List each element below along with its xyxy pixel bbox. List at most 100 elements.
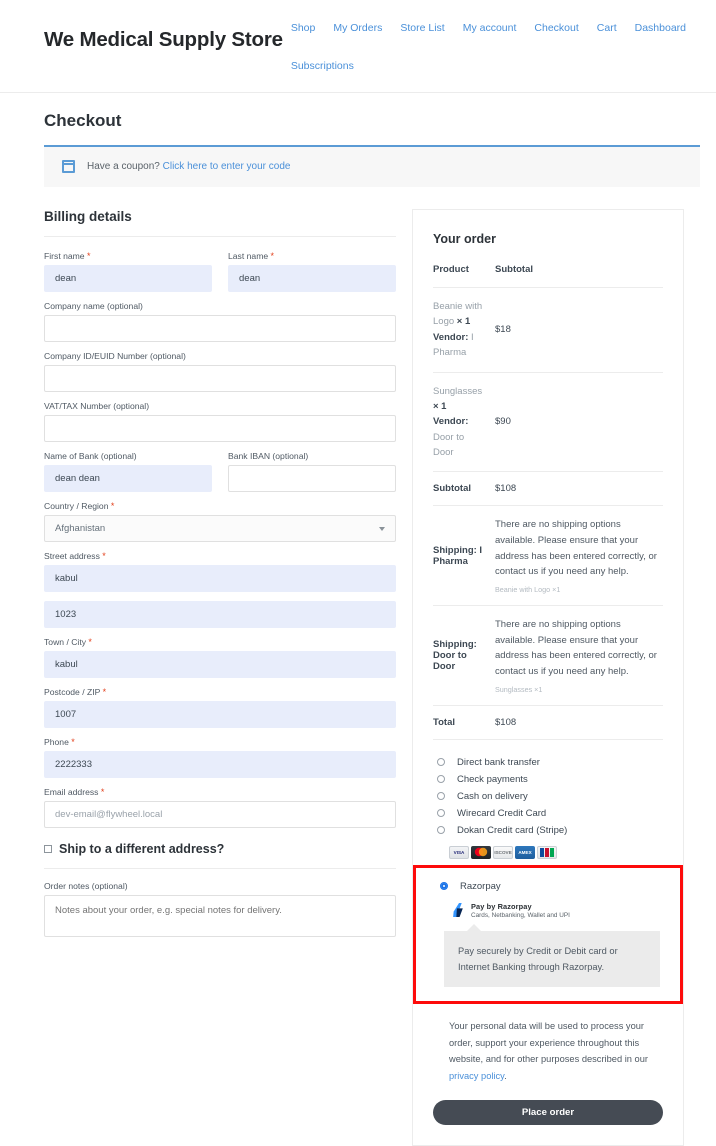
privacy-policy-link[interactable]: privacy policy [449,1071,504,1081]
textarea-order-notes[interactable] [44,895,396,937]
order-table-header-row: Product Subtotal [433,264,663,288]
required-marker: * [102,551,106,561]
razorpay-logo-icon [453,903,463,918]
field-country: Country / Region * Afghanistan [44,501,396,542]
order-item-amount-0: $18 [495,287,663,373]
field-company-id: Company ID/EUID Number (optional) [44,351,396,392]
place-order-button[interactable]: Place order [433,1100,663,1126]
input-bank-iban[interactable] [228,465,396,492]
nav-link-dashboard[interactable]: Dashboard [635,16,686,40]
required-marker: * [86,251,91,261]
field-phone: Phone * [44,737,396,778]
shipping-label-1: Shipping: Door to Door [433,605,495,706]
nav-link-subscriptions[interactable]: Subscriptions [291,54,354,78]
label-postcode-text: Postcode / ZIP [44,687,101,697]
jcb-bars-icon [540,847,554,857]
nav-link-checkout[interactable]: Checkout [534,16,578,40]
amex-icon: AMEX [515,845,535,859]
radio-wirecard[interactable] [437,809,445,818]
input-company-id[interactable] [44,365,396,392]
column-header-product: Product [433,264,495,288]
privacy-notice-text: Your personal data will be used to proce… [449,1021,648,1065]
shipping-cell-0: There are no shipping options available.… [495,505,663,607]
input-bank-name[interactable] [44,465,212,492]
order-item-amount-1: $90 [495,372,663,473]
payment-label-2: Cash on delivery [457,790,528,802]
radio-check-payments[interactable] [437,775,445,784]
nav-link-cart[interactable]: Cart [597,16,617,40]
table-row: Beanie with Logo × 1 Vendor: I Pharma $1… [433,287,663,373]
field-vat-tax: VAT/TAX Number (optional) [44,401,396,442]
visa-icon: VISA [449,845,469,859]
ship-to-different-address-toggle[interactable]: Ship to a different address? [44,842,396,856]
order-item-qty-0: × 1 [456,316,471,328]
nav-link-shop[interactable]: Shop [291,16,316,40]
coupon-bar: Have a coupon? Click here to enter your … [44,145,700,187]
order-item-vendor-label-1: Vendor: [433,416,469,428]
payment-method-cash-on-delivery[interactable]: Cash on delivery [433,788,663,805]
input-vat-tax[interactable] [44,415,396,442]
order-table-head: Product Subtotal [433,264,663,288]
order-item-name-1: Sunglasses [433,385,483,397]
label-city: Town / City * [44,637,396,647]
site-title: We Medical Supply Store [44,28,283,51]
input-street-address-1[interactable] [44,565,396,592]
label-street-address: Street address * [44,551,396,561]
order-item-vendor-1: Door to Door [433,431,465,458]
label-bank-iban: Bank IBAN (optional) [228,451,309,461]
label-last-name-text: Last name [228,251,269,261]
mastercard-icon [471,845,491,859]
checkbox-ship-different[interactable] [44,845,52,853]
payment-label-razorpay: Razorpay [460,880,501,892]
input-postcode[interactable] [44,701,396,728]
payment-method-direct-bank-transfer[interactable]: Direct bank transfer [433,754,663,771]
column-header-subtotal: Subtotal [495,264,663,288]
label-phone: Phone * [44,737,396,747]
coupon-link[interactable]: Click here to enter your code [163,161,291,172]
payment-method-dokan-stripe[interactable]: Dokan Credit card (Stripe) [433,822,663,839]
nav-link-my-account[interactable]: My account [463,16,517,40]
input-city[interactable] [44,651,396,678]
nav-link-my-orders[interactable]: My Orders [333,16,382,40]
ship-different-label: Ship to a different address? [59,842,225,856]
order-summary-table: Product Subtotal Beanie with Logo × 1 Ve… [433,264,663,740]
billing-heading: Billing details [44,209,132,224]
subtotal-amount: $108 [495,471,663,507]
privacy-notice: Your personal data will be used to proce… [433,1004,663,1084]
field-email: Email address * [44,787,396,828]
total-amount: $108 [495,705,663,740]
label-country-text: Country / Region [44,501,109,511]
payment-method-check-payments[interactable]: Check payments [433,771,663,788]
required-marker: * [270,251,275,261]
select-country[interactable]: Afghanistan [44,515,396,542]
coupon-ticket-icon [62,160,75,173]
input-street-address-2[interactable] [44,601,396,628]
required-marker: * [100,787,105,797]
shipping-cell-1: There are no shipping options available.… [495,605,663,706]
main-navigation: Shop My Orders Store List My account Che… [283,12,704,78]
field-city: Town / City * [44,637,396,678]
radio-razorpay[interactable] [440,882,448,891]
radio-cash-on-delivery[interactable] [437,792,445,801]
razorpay-logo-title: Pay by Razorpay [471,901,532,911]
order-review-panel: Your order Product Subtotal Beanie with … [412,209,684,1146]
input-email[interactable] [44,801,396,828]
input-first-name[interactable] [44,265,212,292]
shipping-message-1: There are no shipping options available.… [495,619,657,678]
field-street-address: Street address * [44,551,396,592]
field-bank-iban: Bank IBAN (optional) [228,451,396,492]
radio-direct-bank-transfer[interactable] [437,758,445,767]
table-row: Shipping: Door to Door There are no ship… [433,605,663,706]
payment-method-razorpay[interactable]: Razorpay [436,878,660,895]
input-phone[interactable] [44,751,396,778]
payment-method-wirecard[interactable]: Wirecard Credit Card [433,805,663,822]
input-last-name[interactable] [228,265,396,292]
site-header: We Medical Supply Store Shop My Orders S… [0,0,716,93]
subtotal-label: Subtotal [433,471,495,507]
input-company-name[interactable] [44,315,396,342]
order-table-body: Beanie with Logo × 1 Vendor: I Pharma $1… [433,287,663,740]
radio-dokan-stripe[interactable] [437,826,445,835]
table-row: Shipping: I Pharma There are no shipping… [433,505,663,607]
nav-link-store-list[interactable]: Store List [400,16,444,40]
label-company-name: Company name (optional) [44,301,143,311]
